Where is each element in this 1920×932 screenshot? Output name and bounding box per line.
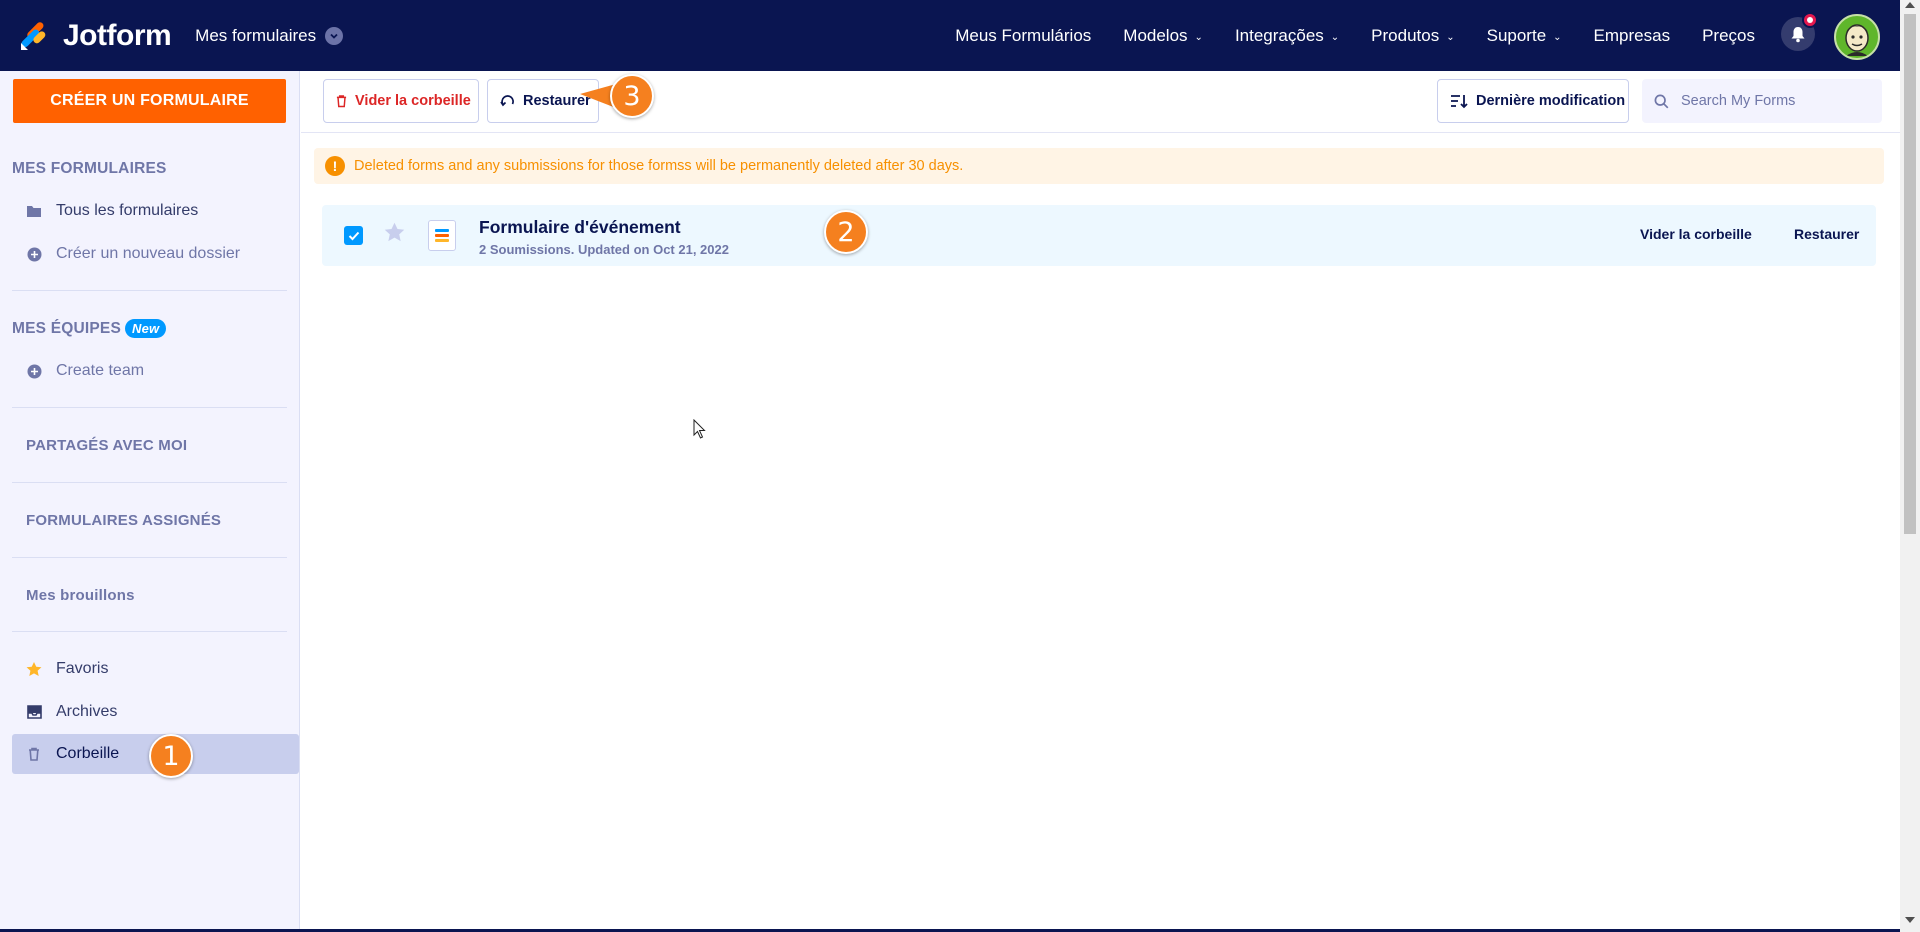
my-forms-heading: MES FORMULAIRES	[12, 160, 167, 177]
jotform-logo-icon	[19, 21, 49, 51]
folder-icon	[26, 203, 42, 219]
plus-circle-icon	[26, 246, 42, 262]
avatar[interactable]	[1834, 14, 1880, 60]
search-box[interactable]	[1642, 79, 1882, 123]
sidebar-item-shared-with-me[interactable]: PARTAGÉS AVEC MOI	[26, 437, 187, 454]
step-marker-3: 3	[610, 74, 654, 118]
deletion-warning-banner: ! Deleted forms and any submissions for …	[314, 148, 1884, 184]
scroll-down-icon[interactable]	[1905, 917, 1915, 923]
search-icon	[1654, 94, 1669, 108]
table-row[interactable]: Formulaire d'événement 2 Soumissions. Up…	[322, 205, 1876, 266]
plus-circle-icon	[26, 363, 42, 379]
search-input[interactable]	[1681, 93, 1861, 109]
nav-products[interactable]: Produtos ⌄	[1371, 26, 1454, 46]
favorite-star-icon[interactable]	[384, 222, 405, 247]
nav-enterprise[interactable]: Empresas	[1594, 26, 1671, 46]
my-teams-heading: MES ÉQUIPES New	[12, 319, 167, 338]
nav-templates[interactable]: Modelos ⌄	[1123, 26, 1203, 46]
new-badge: New	[125, 319, 167, 338]
sidebar-divider	[12, 482, 287, 483]
banner-text: Deleted forms and any submissions for th…	[354, 158, 964, 174]
page-scrollbar[interactable]	[1900, 0, 1920, 932]
scroll-thumb[interactable]	[1904, 14, 1916, 534]
nav-integrations[interactable]: Integrações ⌄	[1235, 26, 1339, 46]
user-avatar-icon	[1845, 24, 1869, 56]
trash-icon	[336, 94, 347, 108]
sidebar-divider	[12, 631, 287, 632]
sidebar-item-assigned-forms[interactable]: FORMULAIRES ASSIGNÉS	[26, 512, 221, 529]
restore-icon	[500, 94, 515, 109]
top-navigation: Jotform Mes formulaires Meus Formulários…	[0, 0, 1900, 71]
sidebar-item-new-folder[interactable]: Créer un nouveau dossier	[12, 234, 299, 274]
sidebar-divider	[12, 407, 287, 408]
trash-icon	[26, 746, 42, 762]
chevron-down-icon	[325, 26, 344, 45]
chevron-down-icon: ⌄	[1446, 31, 1455, 43]
empty-trash-button[interactable]: Vider la corbeille	[323, 79, 479, 123]
sidebar-item-favorites[interactable]: Favoris	[12, 649, 299, 689]
workspace-selector[interactable]: Mes formulaires	[195, 25, 344, 46]
star-icon	[26, 661, 42, 677]
chevron-down-icon: ⌄	[1194, 31, 1203, 43]
form-title[interactable]: Formulaire d'événement	[479, 217, 681, 238]
nav-pricing[interactable]: Preços	[1702, 26, 1755, 46]
brand-name: Jotform	[63, 18, 172, 52]
sidebar-item-create-team[interactable]: Create team	[12, 351, 299, 391]
workspace-label: Mes formulaires	[195, 25, 317, 45]
archive-icon	[26, 704, 42, 720]
bell-icon	[1791, 26, 1805, 42]
sort-icon	[1450, 93, 1468, 109]
warning-icon: !	[325, 156, 345, 176]
mouse-cursor-icon	[693, 419, 706, 439]
jotform-logo[interactable]: Jotform	[19, 18, 172, 53]
sidebar-item-all-forms[interactable]: Tous les formulaires	[12, 191, 299, 231]
sidebar-divider	[12, 290, 287, 291]
step-marker-2: 2	[824, 210, 868, 254]
sort-button[interactable]: Dernière modification	[1437, 79, 1629, 123]
row-empty-trash-button[interactable]: Vider la corbeille	[1640, 226, 1752, 242]
nav-my-forms[interactable]: Meus Formulários	[955, 26, 1091, 46]
sidebar-divider	[12, 557, 287, 558]
sidebar-item-archives[interactable]: Archives	[12, 692, 299, 732]
scroll-up-icon[interactable]	[1905, 2, 1915, 8]
step-marker-1: 1	[149, 734, 193, 778]
chevron-down-icon: ⌄	[1330, 31, 1340, 43]
form-checkbox[interactable]	[344, 226, 363, 245]
form-icon	[428, 220, 456, 251]
sidebar-item-drafts[interactable]: Mes brouillons	[26, 587, 135, 604]
toolbar: Vider la corbeille Restaurer Dernière mo…	[301, 71, 1900, 133]
sidebar: CRÉER UN FORMULAIRE MES FORMULAIRES Tous…	[0, 71, 300, 932]
form-meta: 2 Soumissions. Updated on Oct 21, 2022	[479, 242, 729, 257]
create-form-button[interactable]: CRÉER UN FORMULAIRE	[13, 79, 286, 123]
chevron-down-icon: ⌄	[1553, 31, 1562, 43]
nav-support[interactable]: Suporte ⌄	[1487, 26, 1562, 46]
notification-badge	[1802, 12, 1818, 28]
checkmark-icon	[348, 231, 359, 240]
main-nav: Meus Formulários Modelos ⌄ Integrações ⌄ P…	[923, 0, 1755, 71]
row-restore-button[interactable]: Restaurer	[1794, 226, 1859, 242]
